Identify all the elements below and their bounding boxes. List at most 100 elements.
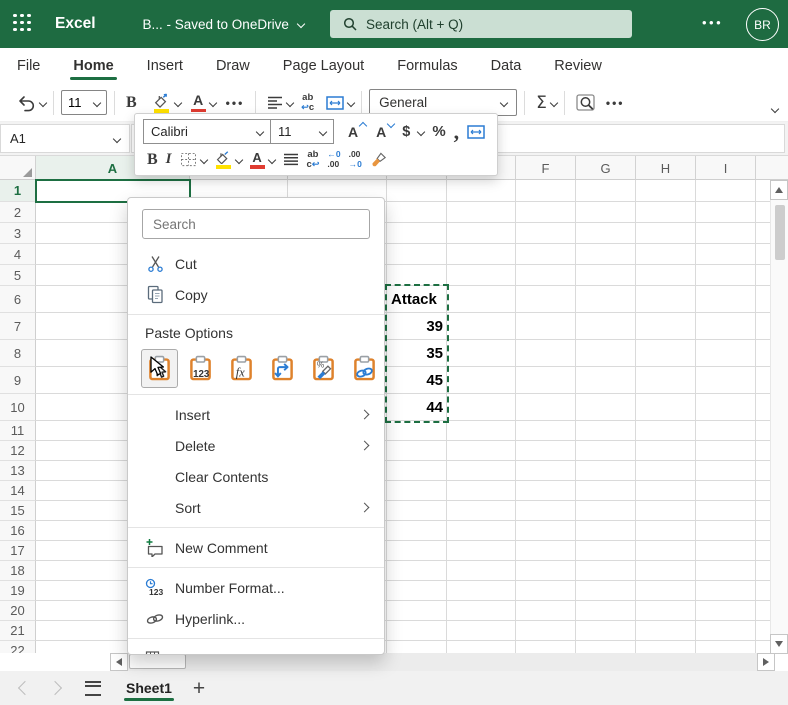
- undo-menu-icon[interactable]: [39, 98, 47, 106]
- mini-bold-button[interactable]: B: [147, 151, 158, 169]
- merge-cells-button[interactable]: [326, 96, 344, 110]
- row-header-9[interactable]: 9: [0, 367, 36, 394]
- menu-item-delete[interactable]: Delete: [128, 430, 384, 461]
- column-header-H[interactable]: H: [636, 156, 696, 180]
- menu-item-hyperlink[interactable]: Hyperlink...: [128, 603, 384, 634]
- font-size-select[interactable]: 11: [61, 90, 107, 115]
- select-all-corner[interactable]: [0, 156, 36, 180]
- currency-format-button[interactable]: $: [402, 124, 410, 140]
- vertical-scrollbar[interactable]: [770, 180, 788, 654]
- column-header-G[interactable]: G: [576, 156, 636, 180]
- tab-page-layout[interactable]: Page Layout: [283, 48, 364, 84]
- scroll-left-button[interactable]: [110, 653, 128, 671]
- merge-menu-icon[interactable]: [347, 98, 355, 106]
- row-header-17[interactable]: 17: [0, 541, 36, 561]
- paste-link-button[interactable]: [346, 349, 383, 388]
- currency-menu-icon[interactable]: [417, 127, 425, 135]
- find-button[interactable]: [576, 93, 598, 113]
- autosum-button[interactable]: Σ: [536, 93, 547, 113]
- percent-format-button[interactable]: %: [432, 123, 445, 140]
- row-header-7[interactable]: 7: [0, 313, 36, 340]
- align-menu-icon[interactable]: [286, 98, 294, 106]
- context-menu-search-input[interactable]: [143, 217, 369, 232]
- document-title[interactable]: B... - Saved to OneDrive: [143, 17, 304, 32]
- undo-button[interactable]: [16, 94, 36, 112]
- number-format-select[interactable]: General: [369, 89, 517, 116]
- comma-format-button[interactable]: ,: [454, 126, 460, 137]
- mini-align-button[interactable]: [283, 153, 299, 166]
- menu-item-show-changes[interactable]: Show Changes: [128, 643, 384, 655]
- row-header-3[interactable]: 3: [0, 223, 36, 244]
- more-options-icon[interactable]: •••: [702, 15, 723, 30]
- fill-color-button[interactable]: [153, 93, 171, 113]
- decrease-decimal-button[interactable]: ←0 .00: [327, 150, 340, 170]
- font-color-menu-icon[interactable]: [208, 98, 216, 106]
- row-header-18[interactable]: 18: [0, 561, 36, 581]
- row-header-15[interactable]: 15: [0, 501, 36, 521]
- format-painter-button[interactable]: [370, 151, 389, 168]
- scroll-down-button[interactable]: [770, 634, 788, 654]
- fill-color-menu-icon[interactable]: [173, 98, 181, 106]
- context-menu-search[interactable]: [142, 209, 370, 239]
- menu-item-new-comment[interactable]: New Comment: [128, 532, 384, 563]
- font-color-button[interactable]: A: [191, 93, 206, 112]
- paste-values-button[interactable]: 123: [182, 349, 219, 388]
- increase-decimal-button[interactable]: .00 →0: [349, 150, 362, 170]
- row-header-5[interactable]: 5: [0, 265, 36, 286]
- horizontal-scrollbar[interactable]: [110, 653, 775, 671]
- menu-item-sort[interactable]: Sort: [128, 492, 384, 523]
- row-header-21[interactable]: 21: [0, 621, 36, 641]
- row-header-11[interactable]: 11: [0, 421, 36, 441]
- mini-fill-color-button[interactable]: [215, 151, 232, 169]
- row-header-20[interactable]: 20: [0, 601, 36, 621]
- vertical-scroll-thumb[interactable]: [775, 205, 785, 260]
- add-sheet-button[interactable]: +: [193, 678, 205, 699]
- tab-draw[interactable]: Draw: [216, 48, 250, 84]
- scroll-right-button[interactable]: [757, 653, 775, 671]
- mini-font-size-select[interactable]: 11: [271, 120, 333, 143]
- column-header-partial[interactable]: [756, 156, 788, 180]
- more-font-options-icon[interactable]: •••: [226, 96, 245, 110]
- tab-data[interactable]: Data: [491, 48, 522, 84]
- app-launcher-icon[interactable]: [13, 14, 34, 35]
- menu-item-number-format[interactable]: 123Number Format...: [128, 572, 384, 603]
- tab-insert[interactable]: Insert: [147, 48, 183, 84]
- row-header-8[interactable]: 8: [0, 340, 36, 367]
- wrap-text-button[interactable]: ab ↩c: [301, 93, 314, 112]
- row-header-2[interactable]: 2: [0, 202, 36, 223]
- more-toolbar-options-icon[interactable]: •••: [606, 96, 625, 110]
- paste-formulas-button[interactable]: fx: [223, 349, 260, 388]
- row-header-14[interactable]: 14: [0, 481, 36, 501]
- align-button[interactable]: [267, 96, 283, 110]
- mini-fill-menu-icon[interactable]: [234, 155, 242, 163]
- mini-font-color-menu-icon[interactable]: [267, 155, 275, 163]
- borders-button[interactable]: [180, 152, 197, 167]
- column-header-I[interactable]: I: [696, 156, 756, 180]
- autosum-menu-icon[interactable]: [550, 98, 558, 106]
- bold-button[interactable]: B: [126, 94, 137, 112]
- tab-file[interactable]: File: [17, 48, 40, 84]
- row-header-16[interactable]: 16: [0, 521, 36, 541]
- shrink-font-button[interactable]: A: [376, 124, 386, 140]
- tab-review[interactable]: Review: [554, 48, 602, 84]
- row-header-10[interactable]: 10: [0, 394, 36, 421]
- mini-wrap-text-button[interactable]: ab c↩: [307, 150, 320, 169]
- mini-italic-button[interactable]: I: [166, 151, 172, 168]
- tab-home[interactable]: Home: [73, 48, 113, 84]
- row-header-19[interactable]: 19: [0, 581, 36, 601]
- search-input[interactable]: Search (Alt + Q): [330, 10, 632, 38]
- row-header-22[interactable]: 22: [0, 641, 36, 653]
- menu-item-insert[interactable]: Insert: [128, 399, 384, 430]
- name-box[interactable]: A1: [0, 124, 130, 153]
- row-header-13[interactable]: 13: [0, 461, 36, 481]
- menu-item-cut[interactable]: Cut: [128, 248, 384, 279]
- menu-item-clear-contents[interactable]: Clear Contents: [128, 461, 384, 492]
- grow-font-button[interactable]: A: [348, 124, 358, 140]
- next-sheet-icon[interactable]: [48, 681, 62, 695]
- menu-item-copy[interactable]: Copy: [128, 279, 384, 310]
- borders-menu-icon[interactable]: [199, 155, 207, 163]
- row-header-1[interactable]: 1: [0, 180, 36, 202]
- row-header-12[interactable]: 12: [0, 441, 36, 461]
- sheet-tab-sheet1[interactable]: Sheet1: [113, 671, 185, 705]
- font-name-select[interactable]: Calibri: [144, 120, 271, 143]
